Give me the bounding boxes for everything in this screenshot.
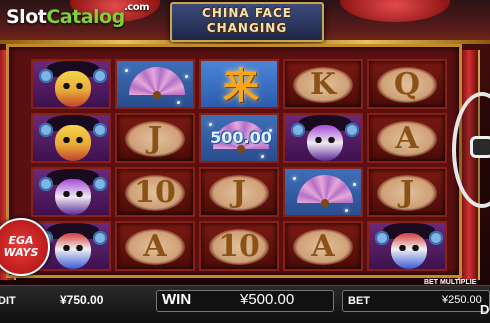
reel-cell: [115, 59, 195, 109]
reel-cell: [283, 167, 363, 217]
letter-symbol: Q: [393, 67, 421, 102]
mask-purple-symbol: [33, 169, 109, 215]
reel-cell: 10: [115, 167, 195, 217]
cut-label: D: [480, 302, 490, 317]
reel-cell: A: [283, 221, 363, 271]
reel-cell: [31, 167, 111, 217]
stop-icon[interactable]: [470, 136, 490, 158]
reel-cell: [283, 113, 363, 163]
letter-symbol: A: [311, 229, 335, 264]
mask-redblue-symbol: [369, 223, 445, 269]
reel-cell: 10: [199, 221, 279, 271]
reel-cell: A: [115, 221, 195, 271]
fan-symbol: [285, 169, 361, 215]
win-value: ¥500.00: [240, 291, 295, 308]
game-title-line1: CHINA FACE: [202, 6, 292, 20]
reel-cell: Q: [367, 59, 447, 109]
letter-symbol: A: [143, 229, 167, 264]
mask-purple-symbol: [285, 115, 361, 161]
reel-frame: J 10 A 来 J 10 KA QAJ: [6, 44, 462, 278]
game-title-plaque: CHINA FACE CHANGING: [170, 2, 324, 42]
letter-symbol: J: [399, 175, 415, 210]
mask-yellow-symbol: [33, 61, 109, 107]
logo-part-b: Catalog: [46, 6, 125, 28]
letter-symbol: 10: [134, 175, 176, 210]
bet-value: ¥250.00: [442, 294, 482, 306]
watermark-logo: SlotCatalog .com: [6, 2, 150, 28]
letter-symbol: A: [395, 121, 419, 156]
reel-cell: J: [199, 167, 279, 217]
reel-cell: [31, 113, 111, 163]
logo-suffix: .com: [124, 2, 150, 13]
reel-cell: [31, 59, 111, 109]
letter-symbol: J: [147, 121, 163, 156]
game-stage: SlotCatalog .com CHINA FACE CHANGING J 10…: [0, 0, 490, 323]
reel-3: 来 J 10: [199, 59, 279, 273]
credit-label: DIT: [0, 295, 16, 307]
bet-label: BET: [348, 295, 370, 307]
game-title-line2: CHANGING: [206, 21, 288, 35]
logo-part-a: Slot: [6, 6, 47, 28]
reel-cell: 来: [199, 59, 279, 109]
letter-symbol: K: [309, 67, 337, 102]
reel-cell: K: [283, 59, 363, 109]
win-amount-overlay: 500.00: [210, 128, 272, 147]
bet-multiplier-label: BET MULTIPLIE: [424, 279, 477, 286]
win-label: WIN: [162, 291, 192, 308]
mask-yellow-symbol: [33, 115, 109, 161]
letter-symbol: 10: [218, 229, 260, 264]
reel-2: J 10 A: [115, 59, 195, 273]
reel-5: QAJ: [367, 59, 447, 273]
badge-line2: WAYS: [3, 246, 39, 259]
credit-value: ¥750.00: [60, 293, 104, 307]
reel-cell: [367, 221, 447, 271]
reel-4: KA: [283, 59, 363, 273]
letter-symbol: J: [231, 175, 247, 210]
reel-cell: J: [115, 113, 195, 163]
reel-cell: A: [367, 113, 447, 163]
fan-symbol: [117, 61, 193, 107]
reel-cell: J: [367, 167, 447, 217]
wild-glyph: 来: [222, 65, 259, 107]
wild-symbol: 来: [201, 61, 277, 107]
